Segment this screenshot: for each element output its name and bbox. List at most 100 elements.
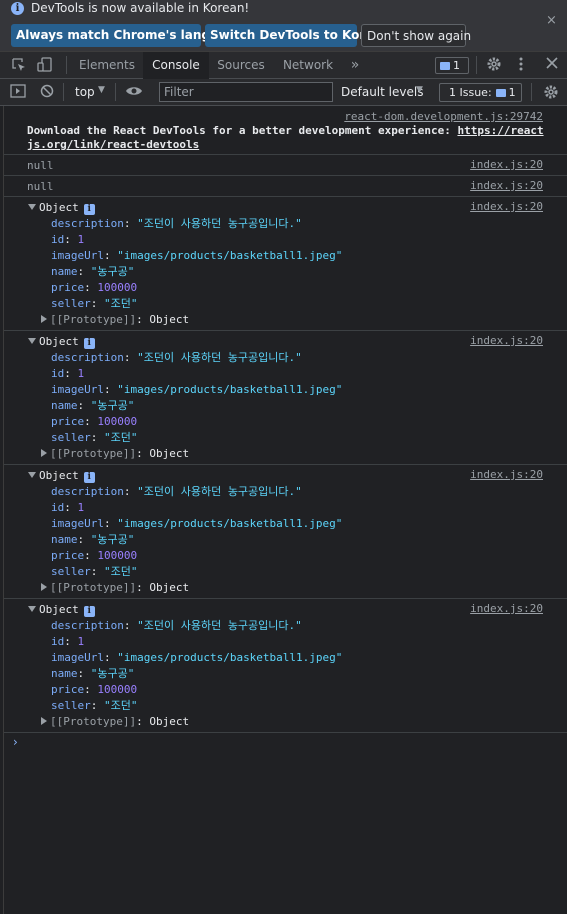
info-icon[interactable]: i xyxy=(83,338,95,349)
sidebar-toggle-icon[interactable] xyxy=(10,84,26,102)
eye-icon[interactable] xyxy=(125,85,143,101)
message-source-link[interactable]: index.js:20 xyxy=(470,200,543,213)
console-message: react-dom.development.js:29742 Download … xyxy=(4,106,567,155)
always-match-language-button[interactable]: Always match Chrome's language xyxy=(11,24,243,47)
info-icon: i xyxy=(11,2,24,15)
infobar-message: DevTools is now available in Korean! xyxy=(31,1,250,15)
prop-id: id: 1 xyxy=(51,367,85,380)
react-devtools-link-cont[interactable]: js.org/link/react-devtools xyxy=(27,137,199,153)
message-source-link[interactable]: index.js:20 xyxy=(470,602,543,615)
prop-price: price: 100000 xyxy=(51,683,138,696)
react-devtools-link[interactable]: https://react xyxy=(457,124,543,137)
object-expander[interactable]: Object i xyxy=(28,334,95,350)
tab-elements[interactable]: Elements xyxy=(74,52,140,79)
message-source-link[interactable]: index.js:20 xyxy=(470,158,543,171)
message-source-link[interactable]: index.js:20 xyxy=(470,179,543,192)
devtools-tabbar: Elements Console Sources Network » 1 xyxy=(0,51,567,79)
null-value: null xyxy=(27,180,54,193)
divider xyxy=(531,83,532,101)
close-devtools-icon[interactable] xyxy=(546,57,558,73)
prop-description: description: "조던이 사용하던 농구공입니다." xyxy=(51,485,302,498)
tab-network[interactable]: Network xyxy=(277,52,339,79)
object-label: Object xyxy=(39,335,79,348)
object-expander[interactable]: Object i xyxy=(28,200,95,216)
switch-to-korean-button[interactable]: Switch DevTools to Korean xyxy=(205,24,390,47)
divider xyxy=(476,56,477,74)
object-label: Object xyxy=(39,469,79,482)
dont-show-again-button[interactable]: Don't show again xyxy=(361,24,471,47)
prop-id: id: 1 xyxy=(51,233,85,246)
clear-console-icon[interactable] xyxy=(40,84,54,102)
prop-prototype[interactable]: [[Prototype]]: Object xyxy=(41,312,189,328)
divider xyxy=(66,56,67,74)
message-source-link[interactable]: react-dom.development.js:29742 xyxy=(344,110,543,123)
expand-triangle-icon xyxy=(28,204,36,210)
object-expander[interactable]: Object i xyxy=(28,602,95,618)
prop-seller: seller: "조던" xyxy=(51,565,138,578)
prop-seller: seller: "조던" xyxy=(51,431,138,444)
console-message: null index.js:20 xyxy=(4,176,567,197)
null-value: null xyxy=(27,159,54,172)
chevron-down-icon[interactable]: ▼ xyxy=(98,85,105,95)
collapsed-triangle-icon xyxy=(41,449,47,457)
more-options-icon[interactable] xyxy=(518,56,524,76)
prop-description: description: "조던이 사용하던 농구공입니다." xyxy=(51,619,302,632)
prop-price: price: 100000 xyxy=(51,549,138,562)
console-toolbar: top ▼ Default levels ▼ 1 Issue: 1 xyxy=(0,79,567,106)
prop-prototype[interactable]: [[Prototype]]: Object xyxy=(41,580,189,596)
device-toolbar-icon[interactable] xyxy=(37,57,53,77)
prop-prototype[interactable]: [[Prototype]]: Object xyxy=(41,714,189,730)
prop-imageurl: imageUrl: "images/products/basketball1.j… xyxy=(51,651,343,664)
prop-name: name: "농구공" xyxy=(51,265,135,278)
console-settings-gear-icon[interactable] xyxy=(543,84,559,104)
prop-price: price: 100000 xyxy=(51,281,138,294)
info-icon[interactable]: i xyxy=(83,472,95,483)
console-message: null index.js:20 xyxy=(4,155,567,176)
context-selector[interactable]: top xyxy=(75,85,95,99)
message-source-link[interactable]: index.js:20 xyxy=(470,468,543,481)
object-label: Object xyxy=(39,603,79,616)
issues-badge[interactable]: 1 Issue: 1 xyxy=(439,83,522,102)
console-output: react-dom.development.js:29742 Download … xyxy=(3,106,567,914)
collapsed-triangle-icon xyxy=(41,583,47,591)
tab-sources[interactable]: Sources xyxy=(211,52,271,79)
inspect-element-icon[interactable] xyxy=(11,57,27,77)
console-object-entry: index.js:20 Object i description: "조던이 사용… xyxy=(4,331,567,465)
settings-gear-icon[interactable] xyxy=(486,56,502,76)
prop-name: name: "농구공" xyxy=(51,667,135,680)
prop-description: description: "조던이 사용하던 농구공입니다." xyxy=(51,217,302,230)
issues-label: 1 Issue: xyxy=(449,86,492,99)
prop-name: name: "농구공" xyxy=(51,399,135,412)
issue-icon xyxy=(495,89,506,97)
expand-triangle-icon xyxy=(28,606,36,612)
message-icon xyxy=(440,62,450,70)
close-icon[interactable]: × xyxy=(546,13,557,28)
expand-triangle-icon xyxy=(28,338,36,344)
log-levels-dropdown[interactable]: Default levels xyxy=(341,85,423,99)
filter-input[interactable] xyxy=(159,82,333,102)
prop-id: id: 1 xyxy=(51,635,85,648)
info-icon[interactable]: i xyxy=(83,204,95,215)
tab-console[interactable]: Console xyxy=(143,52,209,79)
more-tabs-icon[interactable]: » xyxy=(344,52,366,79)
prop-name: name: "농구공" xyxy=(51,533,135,546)
prop-imageurl: imageUrl: "images/products/basketball1.j… xyxy=(51,517,343,530)
expand-triangle-icon xyxy=(28,472,36,478)
prop-description: description: "조던이 사용하던 농구공입니다." xyxy=(51,351,302,364)
collapsed-triangle-icon xyxy=(41,315,47,323)
prop-prototype[interactable]: [[Prototype]]: Object xyxy=(41,446,189,462)
chevron-down-icon[interactable]: ▼ xyxy=(416,85,423,95)
divider xyxy=(115,83,116,101)
issues-count: 1 xyxy=(508,86,516,99)
divider xyxy=(63,83,64,101)
prop-seller: seller: "조던" xyxy=(51,699,138,712)
prop-id: id: 1 xyxy=(51,501,85,514)
console-prompt[interactable]: › xyxy=(13,735,18,749)
message-source-link[interactable]: index.js:20 xyxy=(470,334,543,347)
messages-badge[interactable]: 1 xyxy=(435,57,469,74)
messages-count: 1 xyxy=(453,59,460,72)
object-expander[interactable]: Object i xyxy=(28,468,95,484)
info-icon[interactable]: i xyxy=(83,606,95,617)
prop-imageurl: imageUrl: "images/products/basketball1.j… xyxy=(51,249,343,262)
console-object-entry: index.js:20 Object i description: "조던이 사용… xyxy=(4,197,567,331)
